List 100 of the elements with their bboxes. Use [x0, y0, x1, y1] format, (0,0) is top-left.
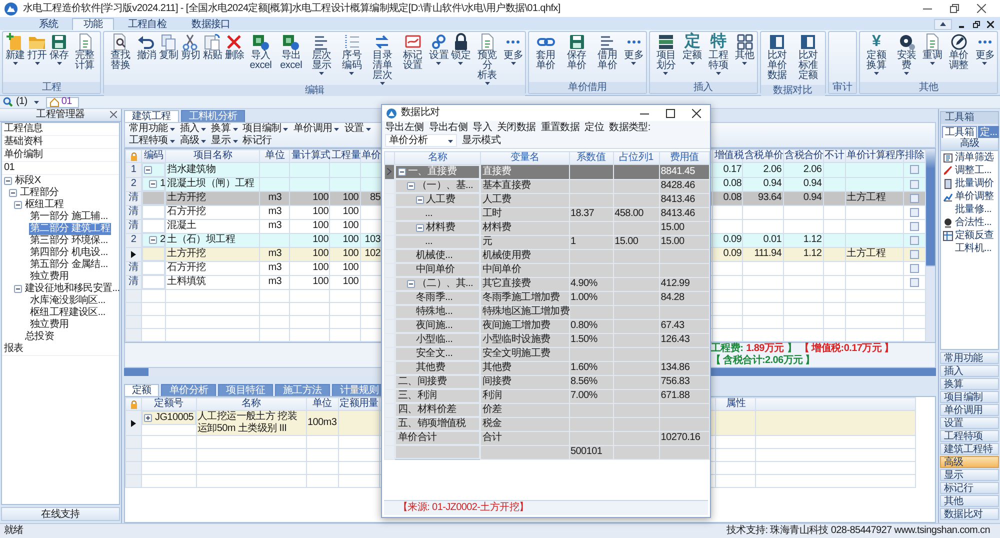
ribbon-button[interactable]: 特 工程特项 [703, 33, 734, 75]
collapse-ribbon-button[interactable] [934, 18, 952, 30]
tree-item[interactable]: 独立费用 [29, 319, 70, 331]
ribbon-button[interactable]: 设置 [428, 33, 450, 65]
panel-button[interactable]: 设置 [940, 417, 999, 429]
ribbon-button[interactable]: 删除 [223, 33, 246, 65]
tree-item[interactable]: 第四部分 机电设... [29, 247, 109, 259]
menu-button[interactable]: 单价调用 [293, 123, 340, 135]
toolbar-button[interactable]: 关闭数据 [497, 122, 536, 134]
panel-button[interactable]: 插入 [940, 365, 999, 377]
panel-button[interactable]: 工程特项 [940, 430, 999, 442]
ribbon-button[interactable]: 比对标准定额 [792, 33, 824, 85]
panel-button[interactable]: 显示 [940, 469, 999, 481]
checkbox[interactable] [910, 208, 919, 216]
menu-button[interactable]: 换算 [211, 123, 238, 135]
ribbon-button[interactable]: 单价调整 [943, 33, 974, 75]
menu-tab[interactable]: 数据接口 [180, 18, 242, 30]
tree-item[interactable]: 枢纽工程 [24, 199, 65, 211]
tool-item[interactable]: 定额反查 [955, 230, 994, 242]
ribbon-button[interactable]: 定 定额 [681, 33, 704, 65]
toolbar-button[interactable]: 导出右侧 [428, 122, 468, 134]
panel-button[interactable]: 高级 [940, 456, 999, 468]
ribbon-button[interactable]: 复制 [157, 33, 180, 65]
toolbar-button[interactable]: 导入 [472, 122, 492, 134]
menu-button[interactable]: 标记行 [242, 135, 272, 147]
table-row[interactable]: 四、材料价差 价差 [384, 403, 710, 417]
panel-button[interactable]: 标记行 [940, 482, 999, 494]
toolbar-button[interactable]: 显示模式 [462, 134, 501, 146]
tab[interactable]: 工具箱 [942, 126, 978, 138]
menu-button[interactable]: 插入 [180, 123, 206, 135]
panel-button[interactable]: 数据比对 [940, 508, 999, 520]
tree-item[interactable]: 第五部分 金属结... [29, 259, 109, 271]
tree-item[interactable]: 水库淹没影响区... [29, 295, 106, 307]
support-button[interactable]: 在线支持 [1, 507, 120, 521]
ribbon-button[interactable]: 保存单价 [561, 33, 592, 75]
menu-button[interactable]: 高级 [180, 135, 206, 147]
ribbon-button[interactable]: 标记设置 [398, 33, 428, 75]
menu-tab[interactable]: 工程自检 [116, 18, 178, 30]
checkbox[interactable] [910, 194, 919, 202]
checkbox[interactable] [910, 236, 919, 244]
menu-button[interactable]: 设置 [344, 123, 371, 135]
table-row[interactable]: 其他费 其他费 1.60% 134.86 [384, 361, 710, 375]
ribbon-button[interactable]: 序号编码 [336, 33, 368, 75]
tool-item[interactable]: 调整工... [955, 164, 992, 176]
table-row[interactable]: 安全文... 安全文明施工费 [384, 347, 710, 361]
ribbon-button[interactable]: 套用单价 [530, 33, 562, 75]
tool-item[interactable]: 批量修... [955, 204, 992, 216]
ribbon-button[interactable]: 其他 [734, 33, 756, 65]
ribbon-button[interactable]: 导出excel [276, 33, 306, 75]
panel-button[interactable]: 单价调用 [940, 404, 999, 416]
ribbon-button[interactable]: 打开 [26, 33, 48, 65]
ribbon-button[interactable]: 更多 [622, 33, 645, 65]
menu-button[interactable]: 显示 [211, 135, 238, 147]
tool-item[interactable]: 单价调整 [955, 190, 994, 202]
tab[interactable]: 建筑工程 [124, 110, 179, 122]
ribbon-button[interactable]: 查找替换 [105, 33, 136, 75]
ribbon-button[interactable]: 项目划分 [650, 33, 682, 75]
tree-item[interactable]: 枢纽工程建设区... [29, 307, 106, 319]
tree-item[interactable]: 工程部分 [19, 187, 60, 199]
ribbon-button[interactable]: 更多 [974, 33, 996, 65]
table-row[interactable]: 冬雨季... 冬雨季施工增加费 1.00% 84.28 [384, 291, 710, 305]
panel-button[interactable]: 常用功能 [940, 352, 999, 364]
scrollbar[interactable] [926, 149, 935, 342]
ribbon-button[interactable]: 重调 [921, 33, 944, 65]
ribbon-button[interactable]: 完整计算 [70, 33, 100, 75]
table-row[interactable]: 三、利润 利润 7.00% 671.88 [384, 389, 710, 403]
ribbon-button[interactable]: ¥ 定额换算 [861, 33, 892, 75]
tool-item[interactable]: 工料机... [955, 242, 992, 254]
table-row[interactable]: 500101 [384, 445, 710, 460]
checkbox[interactable] [910, 222, 919, 230]
tab[interactable]: 定... [978, 126, 1000, 138]
ribbon-button[interactable]: 新建 [4, 33, 26, 65]
tab[interactable]: 定额 [124, 384, 160, 396]
checkbox[interactable] [910, 180, 919, 188]
ribbon-button[interactable]: 比对单价数据 [762, 33, 793, 85]
table-row[interactable]: 五、销项增值税 税金 [384, 417, 710, 431]
tree-item[interactable]: 标段X [14, 175, 42, 187]
checkbox[interactable] [910, 278, 919, 287]
menu-tab[interactable]: 系统 [28, 18, 70, 30]
ribbon-button[interactable]: 粘贴 [201, 33, 224, 65]
nav-item[interactable]: 报表 [2, 343, 119, 356]
ribbon-button[interactable]: 保存 [48, 33, 70, 65]
tool-item[interactable]: 合法性... [955, 216, 992, 228]
ribbon-button[interactable]: 预览分析表 [472, 33, 502, 85]
tree-item[interactable]: 第三部分 环境保... [29, 235, 109, 247]
ribbon-button[interactable]: 导入excel [245, 33, 276, 75]
ribbon-button[interactable]: 剪切 [179, 33, 202, 65]
tree-item[interactable]: 第一部分 施工辅... [29, 211, 109, 223]
toolbar-button[interactable]: 定位 [584, 122, 604, 134]
table-row[interactable]: 单价合计 合计 10270.16 [384, 431, 710, 445]
ribbon-button[interactable]: 锁定 [450, 33, 472, 65]
toolbar-button[interactable]: 重置数据 [540, 122, 580, 134]
menu-button[interactable]: 工程特项 [129, 135, 175, 147]
panel-button[interactable]: 换算 [940, 378, 999, 390]
checkbox[interactable] [910, 250, 919, 258]
nav-item[interactable]: 单价编制 [2, 149, 119, 162]
tree-item[interactable]: 独立费用 [29, 271, 70, 283]
nav-item[interactable]: 01 [2, 162, 119, 175]
panel-button[interactable]: 建筑工程特 [940, 443, 999, 455]
table-row[interactable]: 特殊地... 特殊地区施工增加费 [384, 305, 710, 319]
